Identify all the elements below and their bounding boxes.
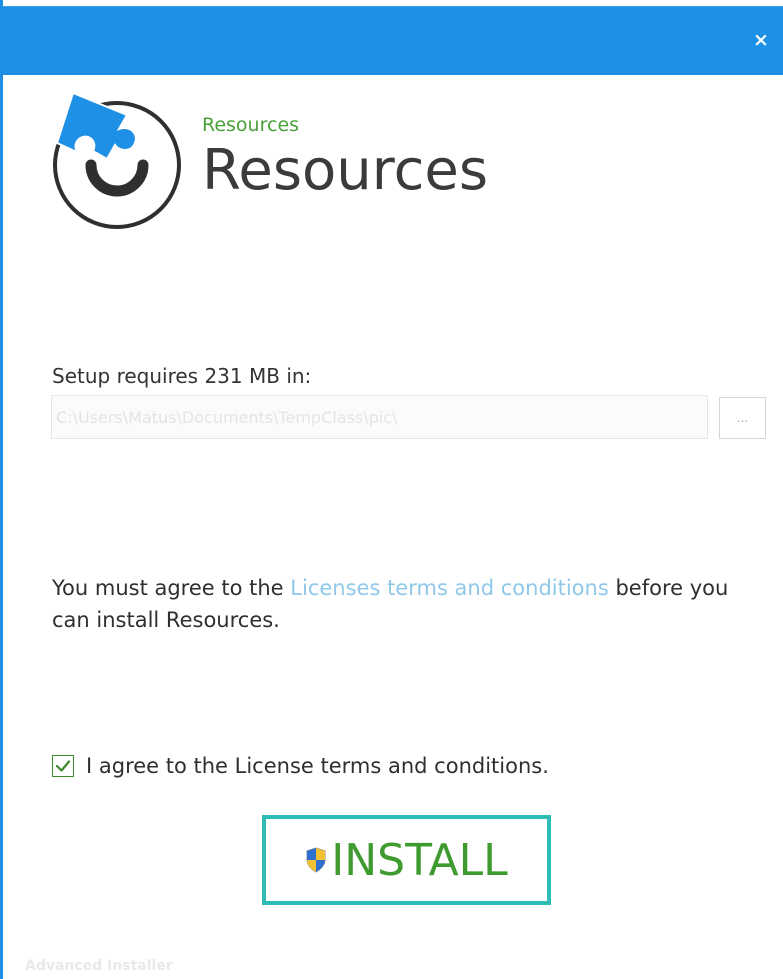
license-notice-prefix: You must agree to the xyxy=(52,576,291,600)
install-button[interactable]: INSTALL xyxy=(262,815,551,905)
space-requirement-label: Setup requires 231 MB in: xyxy=(52,364,312,388)
agreement-checkbox[interactable] xyxy=(52,755,74,777)
footer-brand: Advanced Installer xyxy=(25,958,173,974)
puzzle-piece-icon xyxy=(51,85,186,230)
install-button-label: INSTALL xyxy=(331,834,508,886)
close-button[interactable]: × xyxy=(750,29,772,51)
agreement-label: I agree to the License terms and conditi… xyxy=(86,754,549,778)
install-path-input[interactable] xyxy=(51,395,708,439)
app-title: Resources xyxy=(202,138,488,203)
app-subtitle: Resources xyxy=(202,114,300,136)
installer-window: × Resources Resources Setup requires 231… xyxy=(0,0,783,979)
uac-shield-icon xyxy=(306,847,326,873)
agreement-checkbox-row[interactable]: I agree to the License terms and conditi… xyxy=(52,754,549,778)
checkmark-icon xyxy=(55,760,71,772)
license-notice: You must agree to the Licenses terms and… xyxy=(52,572,752,636)
browse-button[interactable]: ... xyxy=(719,397,766,439)
title-bar[interactable]: × xyxy=(3,6,783,75)
close-icon: × xyxy=(753,29,769,51)
license-terms-link[interactable]: Licenses terms and conditions xyxy=(290,576,609,600)
